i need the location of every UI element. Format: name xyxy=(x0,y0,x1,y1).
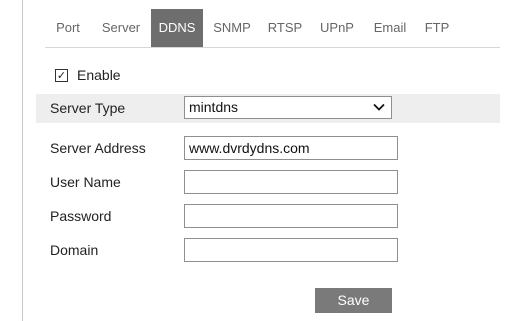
settings-tab-bar: Port Server DDNS SNMP RTSP UPnP Email FT… xyxy=(45,9,500,47)
domain-label: Domain xyxy=(50,242,99,258)
server-type-label: Server Type xyxy=(50,100,126,116)
server-address-label: Server Address xyxy=(50,140,146,156)
user-name-row: User Name xyxy=(36,168,500,197)
tab-email[interactable]: Email xyxy=(365,9,415,47)
server-type-select[interactable]: mintdns xyxy=(184,96,392,119)
save-button[interactable]: Save xyxy=(315,288,392,313)
tab-server[interactable]: Server xyxy=(93,9,149,47)
enable-label: Enable xyxy=(77,67,121,83)
password-input[interactable] xyxy=(184,204,398,228)
tab-rtsp[interactable]: RTSP xyxy=(261,9,309,47)
server-address-row: Server Address xyxy=(36,134,500,163)
enable-checkbox[interactable]: ✓ xyxy=(55,68,68,82)
server-address-input[interactable] xyxy=(184,136,398,160)
domain-input[interactable] xyxy=(184,238,398,262)
tab-snmp[interactable]: SNMP xyxy=(207,9,257,47)
user-name-input[interactable] xyxy=(184,170,398,194)
tab-port[interactable]: Port xyxy=(45,9,91,47)
server-type-row: Server Type mintdns xyxy=(36,94,500,123)
server-type-value: mintdns xyxy=(189,99,239,115)
tab-ddns[interactable]: DDNS xyxy=(151,9,203,47)
tab-upnp[interactable]: UPnP xyxy=(311,9,363,47)
domain-row: Domain xyxy=(36,236,500,265)
user-name-label: User Name xyxy=(50,174,121,190)
chevron-down-icon xyxy=(373,103,385,111)
tab-divider xyxy=(45,47,500,48)
enable-option[interactable]: ✓ Enable xyxy=(55,66,121,84)
panel-left-border xyxy=(22,0,23,321)
tab-ftp[interactable]: FTP xyxy=(417,9,457,47)
password-row: Password xyxy=(36,202,500,231)
password-label: Password xyxy=(50,208,112,224)
